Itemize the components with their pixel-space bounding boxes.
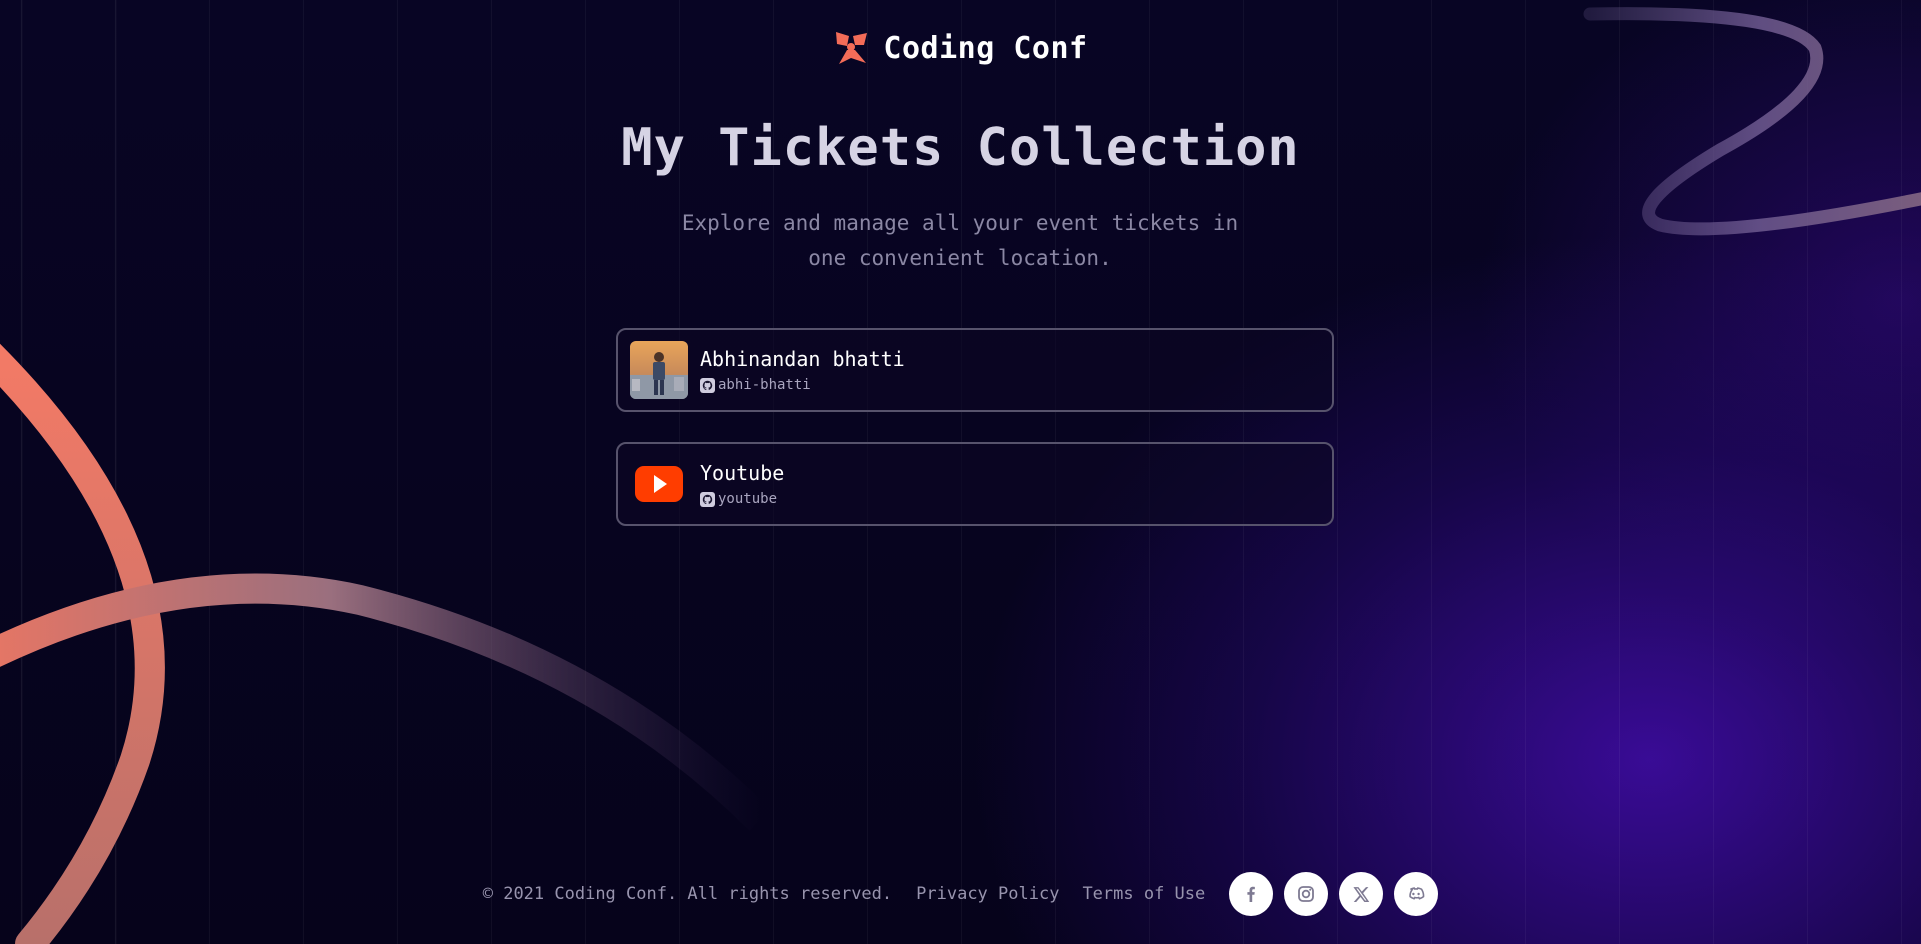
social-links (1229, 872, 1439, 916)
page-title: My Tickets Collection (621, 118, 1300, 178)
ticket-name: Youtube (700, 461, 785, 485)
ticket-name: Abhinandan bhatti (700, 347, 905, 371)
privacy-policy-link[interactable]: Privacy Policy (916, 884, 1059, 904)
site-header: Coding Conf (0, 30, 1921, 66)
ticket-card[interactable]: Youtube youtube (616, 442, 1334, 526)
youtube-icon (630, 455, 688, 513)
copyright-text: © 2021 Coding Conf. All rights reserved. (482, 884, 893, 904)
ticket-handle: abhi-bhatti (718, 377, 811, 393)
terms-of-use-link[interactable]: Terms of Use (1082, 884, 1205, 904)
user-photo-avatar (630, 341, 688, 399)
discord-icon[interactable] (1394, 872, 1439, 916)
decorative-arc-bottom (0, 573, 771, 831)
x-icon[interactable] (1339, 872, 1384, 916)
github-icon (700, 377, 715, 393)
brand-name[interactable]: Coding Conf (883, 31, 1087, 66)
instagram-icon[interactable] (1284, 872, 1329, 916)
ticket-info: Youtube youtube (700, 461, 784, 507)
page: Coding Conf My Tickets Collection Explor… (0, 0, 1921, 944)
facebook-icon[interactable] (1229, 872, 1274, 916)
ticket-info: Abhinandan bhatti abhi-bhatti (700, 347, 905, 393)
tickets-list: Abhinandan bhatti abhi-bhatti Youtube yo… (616, 328, 1334, 556)
ticket-handle: youtube (718, 491, 778, 507)
page-subtitle: Explore and manage all your event ticket… (681, 211, 1239, 270)
github-icon (700, 491, 715, 507)
ticket-handle-row: youtube (700, 491, 784, 507)
site-footer: © 2021 Coding Conf. All rights reserved.… (0, 872, 1921, 916)
ticket-card[interactable]: Abhinandan bhatti abhi-bhatti (616, 328, 1334, 412)
ticket-handle-row: abhi-bhatti (700, 377, 905, 393)
decorative-arc-left (0, 343, 165, 944)
coding-conf-logo-icon[interactable] (833, 30, 869, 66)
